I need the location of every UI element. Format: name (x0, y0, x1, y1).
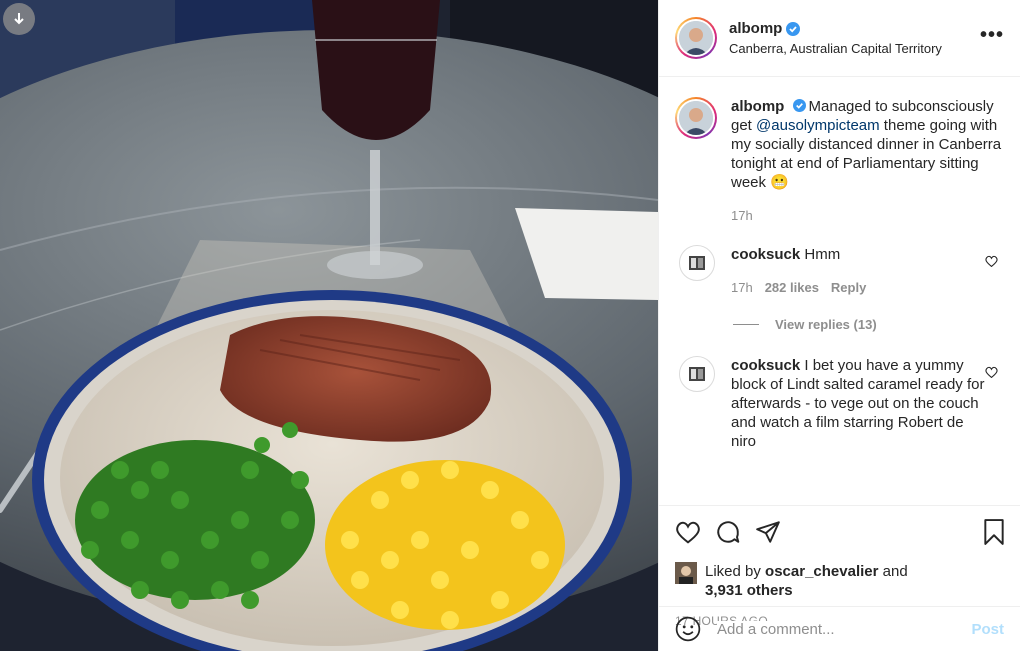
comment-icon[interactable] (715, 519, 741, 545)
caption-time[interactable]: 17h (731, 206, 753, 225)
share-icon[interactable] (755, 519, 781, 545)
heart-icon[interactable] (675, 520, 701, 544)
likes-summary: Liked by oscar_chevalier and 3,931 other… (675, 562, 1006, 600)
add-comment-bar: Post (659, 606, 1020, 651)
caption-mention[interactable]: @ausolympicteam (756, 117, 880, 134)
comment-item: cooksuck Hmm 17h 282 likes Reply (675, 245, 1004, 297)
post-modal: albomp Canberra, Australian Capital Terr… (0, 0, 1020, 651)
download-icon (14, 13, 24, 25)
comment-heart-icon[interactable] (985, 366, 998, 378)
download-button[interactable] (3, 3, 35, 35)
post-location[interactable]: Canberra, Australian Capital Territory (729, 41, 980, 56)
view-replies-label[interactable]: View replies (13) (775, 317, 877, 332)
reply-button[interactable]: Reply (831, 278, 866, 297)
likes-others[interactable]: 3,931 others (705, 582, 793, 599)
emoji-icon[interactable] (675, 616, 701, 642)
comment-input[interactable] (717, 620, 972, 638)
commenter-avatar[interactable] (679, 356, 715, 392)
dinner-photo (0, 0, 658, 651)
view-replies-button[interactable]: View replies (13) (733, 317, 1004, 332)
comment-item: cooksuck I bet you have a yummy block of… (675, 356, 1004, 451)
liker-avatar[interactable] (675, 562, 697, 584)
verified-badge-icon (786, 21, 801, 36)
comment-likes[interactable]: 282 likes (765, 278, 819, 297)
post-sidebar: albomp Canberra, Australian Capital Terr… (658, 0, 1020, 651)
post-header: albomp Canberra, Australian Capital Terr… (659, 0, 1020, 77)
comment-text: Hmm (804, 246, 841, 263)
caption-username[interactable]: albomp (731, 98, 784, 115)
caption-avatar[interactable] (675, 97, 717, 139)
comment-time[interactable]: 17h (731, 278, 753, 297)
bookmark-icon[interactable] (982, 519, 1006, 545)
comments-list: albomp Managed to subconsciously get @au… (659, 77, 1020, 505)
divider-line (733, 324, 759, 325)
author-username[interactable]: albomp (729, 20, 801, 37)
liker-username[interactable]: oscar_chevalier (765, 563, 878, 580)
post-button[interactable]: Post (971, 621, 1004, 638)
comment-username[interactable]: cooksuck (731, 357, 800, 374)
post-photo[interactable] (0, 0, 658, 651)
author-avatar[interactable] (675, 17, 717, 59)
more-options-icon[interactable]: ••• (980, 24, 1004, 47)
comment-username[interactable]: cooksuck (731, 246, 800, 263)
commenter-avatar[interactable] (679, 245, 715, 281)
comment-heart-icon[interactable] (985, 255, 998, 267)
post-caption: albomp Managed to subconsciously get @au… (675, 97, 1004, 225)
verified-badge-icon (792, 99, 806, 112)
